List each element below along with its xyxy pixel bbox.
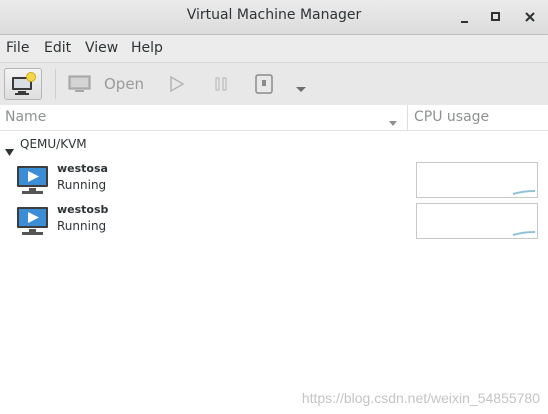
close-button[interactable] <box>519 6 541 28</box>
menu-bar: File Edit View Help <box>0 35 548 62</box>
menu-edit[interactable]: Edit <box>44 40 71 56</box>
minimize-button[interactable] <box>453 6 475 28</box>
column-cpu-usage[interactable]: CPU usage <box>414 109 489 125</box>
vm-status: Running <box>57 219 107 233</box>
run-button[interactable] <box>169 75 185 97</box>
open-console-button[interactable] <box>68 75 92 97</box>
chevron-down-icon <box>296 87 306 92</box>
title-bar: Virtual Machine Manager <box>0 0 548 35</box>
open-label[interactable]: Open <box>104 75 144 93</box>
menu-help[interactable]: Help <box>131 40 163 56</box>
close-icon <box>525 12 535 22</box>
vm-name: westosb <box>57 203 109 216</box>
sort-arrow-icon[interactable] <box>388 113 398 132</box>
vm-row[interactable]: westosa Running <box>0 160 548 200</box>
column-name[interactable]: Name <box>5 109 46 125</box>
vm-row[interactable]: westosb Running <box>0 201 548 241</box>
minimize-icon <box>461 21 468 23</box>
cpu-usage-graph <box>416 203 538 239</box>
menu-view[interactable]: View <box>85 40 118 56</box>
new-vm-icon <box>12 72 36 95</box>
expander-down-icon[interactable] <box>5 141 14 160</box>
new-vm-button[interactable] <box>4 68 42 100</box>
maximize-icon <box>491 12 500 21</box>
maximize-button[interactable] <box>484 6 506 28</box>
column-header: Name CPU usage <box>0 105 548 131</box>
column-divider[interactable] <box>407 105 408 130</box>
pause-icon <box>215 77 227 91</box>
cpu-usage-graph <box>416 162 538 198</box>
connection-row[interactable]: QEMU/KVM <box>0 136 548 156</box>
connection-label: QEMU/KVM <box>20 137 87 151</box>
shutdown-menu-dropdown[interactable] <box>295 79 307 98</box>
vm-monitor-icon <box>16 165 50 199</box>
vm-status: Running <box>57 178 107 192</box>
watermark: https://blog.csdn.net/weixin_54855780 <box>301 390 540 406</box>
play-icon <box>170 75 185 93</box>
toolbar-separator <box>55 69 56 99</box>
monitor-icon <box>68 75 91 92</box>
menu-file[interactable]: File <box>6 40 29 56</box>
power-icon <box>255 74 273 94</box>
shutdown-button[interactable] <box>254 73 274 99</box>
vm-name: westosa <box>57 162 108 175</box>
vm-monitor-icon <box>16 206 50 240</box>
pause-button[interactable] <box>213 75 229 97</box>
toolbar: Open <box>0 62 548 106</box>
